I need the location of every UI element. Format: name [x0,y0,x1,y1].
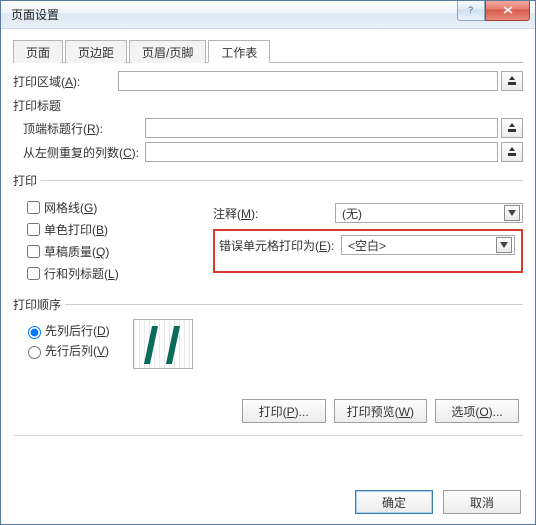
down-then-over-radio[interactable]: 先列后行(D) [23,322,133,339]
tab-page[interactable]: 页面 [13,40,63,63]
print-area-row: 打印区域(A): [13,71,523,91]
gridlines-check[interactable]: 网格线(G) [23,198,213,217]
errors-value: <空白> [348,237,496,254]
tab-strip: 页面 页边距 页眉/页脚 工作表 [13,39,523,63]
order-body: 先列后行(D) 先行后列(V) [13,319,523,369]
close-button[interactable] [485,1,530,21]
order-radios: 先列后行(D) 先行后列(V) [23,319,133,362]
comments-value: (无) [342,205,504,222]
order-preview-image [133,319,193,369]
tab-sheet[interactable]: 工作表 [208,40,270,63]
order-group: 打印顺序 先列后行(D) 先行后列(V) [13,296,523,369]
cancel-button[interactable]: 取消 [443,490,521,514]
comments-select[interactable]: (无) [335,203,523,223]
print-group-legend: 打印 [13,172,41,189]
over-then-down-input[interactable] [28,346,41,359]
svg-text:?: ? [468,5,473,15]
comments-row: 注释(M): (无) [213,203,523,223]
draft-checkbox[interactable] [27,245,40,258]
errors-select[interactable]: <空白> [341,235,515,255]
separator [13,435,523,436]
collapse-icon [506,146,518,158]
bw-check[interactable]: 单色打印(B) [23,220,213,239]
titles-rows-input[interactable] [145,118,498,138]
close-icon [502,5,514,15]
print-preview-button[interactable]: 打印预览(W) [334,399,427,423]
collapse-icon [506,122,518,134]
chevron-down-icon [496,237,512,253]
comments-label: 注释(M): [213,205,335,222]
dialog-buttons: 确定 取消 [355,490,521,514]
errors-highlight: 错误单元格打印为(E): <空白> [213,229,523,273]
ok-button[interactable]: 确定 [355,490,433,514]
titles-rows-row: 顶端标题行(R): [23,118,523,138]
titles-rows-label: 顶端标题行(R): [23,120,145,137]
print-titles-body: 顶端标题行(R): 从左侧重复的列数(C): [13,118,523,162]
print-body: 网格线(G) 单色打印(B) 草稿质量(Q) 行和列标题(L) [13,195,523,286]
collapse-dialog-button[interactable] [501,71,523,91]
errors-label: 错误单元格打印为(E): [219,237,341,254]
collapse-dialog-button[interactable] [501,118,523,138]
collapse-icon [506,75,518,87]
draft-check[interactable]: 草稿质量(Q) [23,242,213,261]
down-then-over-input[interactable] [28,326,41,339]
print-button[interactable]: 打印(P)... [242,399,326,423]
tab-header-footer[interactable]: 页眉/页脚 [129,40,206,63]
print-area-label: 打印区域(A): [13,73,118,90]
bw-checkbox[interactable] [27,223,40,236]
client-area: 页面 页边距 页眉/页脚 工作表 打印区域(A): 打印标题 顶端标题行(R): [1,29,535,524]
titles-cols-label: 从左侧重复的列数(C): [23,144,145,161]
tab-margins[interactable]: 页边距 [65,40,127,63]
headings-checkbox[interactable] [27,267,40,280]
options-button[interactable]: 选项(O)... [435,399,519,423]
chevron-down-icon [504,205,520,221]
page-setup-dialog: 页面设置 ? 页面 页边距 页眉/页脚 工作表 打印区域(A): [0,0,536,525]
print-area-input[interactable] [118,71,498,91]
titles-cols-input[interactable] [145,142,498,162]
titles-cols-row: 从左侧重复的列数(C): [23,142,523,162]
errors-row: 错误单元格打印为(E): <空白> [219,235,515,255]
print-titles-heading: 打印标题 [13,97,523,114]
window-buttons: ? [457,1,530,21]
print-right-options: 注释(M): (无) 错误单元格打印为(E): [213,195,523,273]
print-checks: 网格线(G) 单色打印(B) 草稿质量(Q) 行和列标题(L) [13,195,213,286]
window-title: 页面设置 [11,6,457,23]
help-button[interactable]: ? [457,1,485,21]
print-group: 打印 网格线(G) 单色打印(B) 草稿质量(Q) [13,172,523,286]
over-then-down-radio[interactable]: 先行后列(V) [23,342,133,359]
collapse-dialog-button[interactable] [501,142,523,162]
headings-check[interactable]: 行和列标题(L) [23,264,213,283]
gridlines-checkbox[interactable] [27,201,40,214]
action-buttons: 打印(P)... 打印预览(W) 选项(O)... [13,399,523,423]
order-group-legend: 打印顺序 [13,296,65,313]
titlebar: 页面设置 ? [1,1,535,29]
help-icon: ? [466,5,476,15]
